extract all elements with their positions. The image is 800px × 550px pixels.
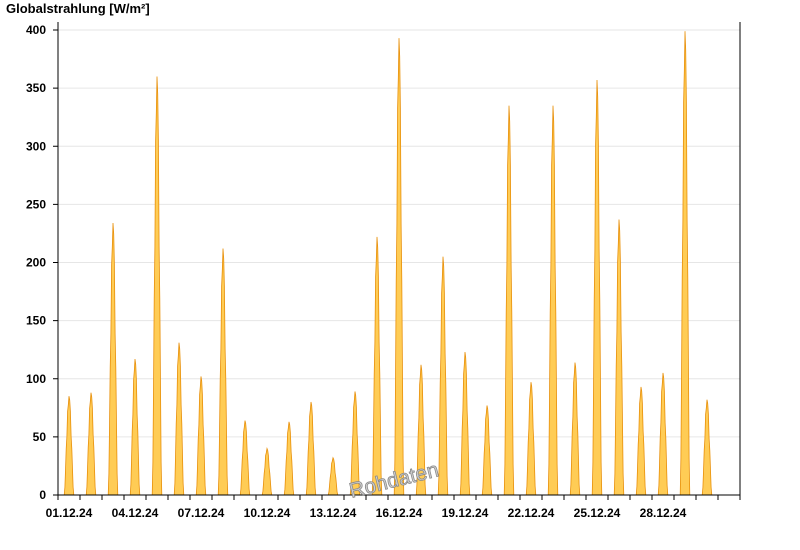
day-spike-04.12.24 <box>129 358 141 496</box>
y-tick-label: 50 <box>33 430 47 444</box>
day-spike-15.12.24 <box>371 236 383 496</box>
day-spike-30.12.24 <box>701 399 713 496</box>
x-tick-label: 04.12.24 <box>112 506 159 520</box>
y-tick-label: 300 <box>26 139 46 153</box>
chart: Globalstrahlung [W/m²] 0 50 100 150 200 250 30… <box>0 0 800 550</box>
y-tick-label: 0 <box>39 488 46 502</box>
day-spike-07.12.24 <box>195 376 207 496</box>
day-spike-24.12.24 <box>569 362 581 496</box>
day-spike-27.12.24 <box>635 386 647 496</box>
x-tick-label: 16.12.24 <box>376 506 423 520</box>
y-tick-label: 200 <box>26 256 46 270</box>
chart-svg: 0 50 100 150 200 250 300 350 400 01.12.24 04.12.2… <box>26 22 741 520</box>
day-spike-28.12.24 <box>657 372 669 496</box>
watermark-rohdaten: Rohdaten <box>347 458 441 502</box>
x-tick-label: 25.12.24 <box>574 506 621 520</box>
x-tick-label: 22.12.24 <box>508 506 555 520</box>
day-spike-22.12.24 <box>525 382 537 496</box>
day-spike-02.12.24 <box>85 392 97 496</box>
day-spike-18.12.24 <box>437 256 449 496</box>
day-spike-05.12.24 <box>151 76 163 496</box>
series-area <box>63 31 713 496</box>
x-tick-label: 28.12.24 <box>640 506 687 520</box>
day-spike-16.12.24 <box>393 38 405 496</box>
y-tick-label: 250 <box>26 197 46 211</box>
x-tick-label: 13.12.24 <box>310 506 357 520</box>
day-spike-10.12.24 <box>261 446 273 496</box>
day-spike-19.12.24 <box>459 351 471 496</box>
day-spike-21.12.24 <box>503 105 515 496</box>
day-spike-29.12.24 <box>679 31 691 496</box>
day-spike-08.12.24 <box>217 248 229 496</box>
y-tick-label: 400 <box>26 23 46 37</box>
day-spike-09.12.24 <box>239 420 251 496</box>
x-tick-label: 10.12.24 <box>244 506 291 520</box>
y-tick-label: 150 <box>26 314 46 328</box>
day-spike-26.12.24 <box>613 219 625 496</box>
day-spike-13.12.24 <box>327 456 339 496</box>
x-tick-label: 01.12.24 <box>46 506 93 520</box>
day-spike-12.12.24 <box>305 401 317 496</box>
day-spike-20.12.24 <box>481 405 493 496</box>
x-tick-label: 19.12.24 <box>442 506 489 520</box>
day-spike-06.12.24 <box>173 342 185 496</box>
y-ticks: 0 50 100 150 200 250 300 350 400 <box>26 23 58 502</box>
x-tick-label: 07.12.24 <box>178 506 225 520</box>
day-spike-25.12.24 <box>591 79 603 496</box>
day-spike-01.12.24 <box>63 396 75 496</box>
day-spike-03.12.24 <box>107 222 119 496</box>
x-ticks: 01.12.24 04.12.24 07.12.24 10.12.24 13.12.24… <box>46 495 741 520</box>
y-tick-label: 350 <box>26 81 46 95</box>
day-spike-11.12.24 <box>283 421 295 496</box>
day-spike-23.12.24 <box>547 105 559 496</box>
y-tick-label: 100 <box>26 372 46 386</box>
